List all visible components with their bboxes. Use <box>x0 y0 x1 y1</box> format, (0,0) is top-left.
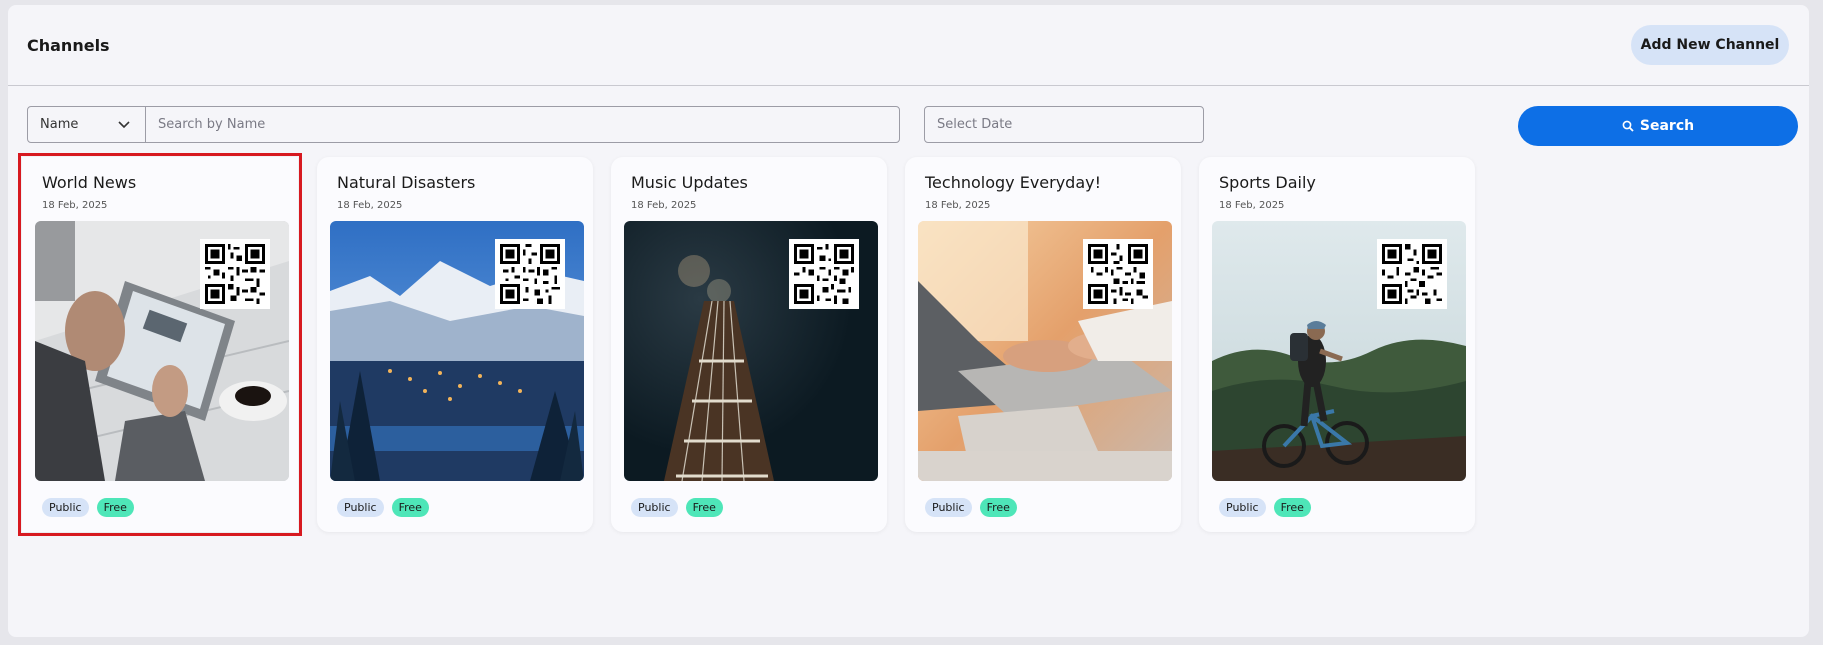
channel-card[interactable]: Sports Daily 18 Feb, 2025 Public Free <box>1199 157 1475 532</box>
channel-badges: Public Free <box>925 498 1017 517</box>
add-new-channel-button[interactable]: Add New Channel <box>1631 25 1789 65</box>
channel-title: World News <box>42 173 137 192</box>
channel-thumbnail[interactable] <box>918 221 1172 481</box>
search-input[interactable] <box>145 106 900 143</box>
visibility-badge: Public <box>42 498 89 517</box>
search-button-label: Search <box>1639 118 1695 134</box>
channel-date: 18 Feb, 2025 <box>925 200 991 211</box>
channel-title: Sports Daily <box>1219 173 1316 192</box>
channel-thumbnail[interactable] <box>35 221 289 481</box>
channel-thumbnail[interactable] <box>1212 221 1466 481</box>
page-title: Channels <box>27 36 110 55</box>
date-picker-input[interactable] <box>924 106 1204 143</box>
qr-code-icon <box>794 244 854 304</box>
channel-title: Technology Everyday! <box>925 173 1102 192</box>
channel-qr-code[interactable] <box>789 239 859 309</box>
channel-card[interactable]: Technology Everyday! 18 Feb, 2025 Public… <box>905 157 1181 532</box>
visibility-badge: Public <box>337 498 384 517</box>
channel-card[interactable]: Natural Disasters 18 Feb, 2025 Public Fr… <box>317 157 593 532</box>
channel-badges: Public Free <box>1219 498 1311 517</box>
channel-title: Music Updates <box>631 173 748 192</box>
channel-thumbnail[interactable] <box>624 221 878 481</box>
channel-thumbnail[interactable] <box>330 221 584 481</box>
channel-date: 18 Feb, 2025 <box>631 200 697 211</box>
visibility-badge: Public <box>631 498 678 517</box>
price-badge: Free <box>96 498 134 517</box>
channel-qr-code[interactable] <box>200 239 270 309</box>
qr-code-icon <box>500 244 560 304</box>
channel-badges: Public Free <box>337 498 429 517</box>
channel-title: Natural Disasters <box>337 173 476 192</box>
channel-date: 18 Feb, 2025 <box>42 200 108 211</box>
channel-date: 18 Feb, 2025 <box>337 200 403 211</box>
channel-badges: Public Free <box>631 498 723 517</box>
qr-code-icon <box>205 244 265 304</box>
channel-card[interactable]: Music Updates 18 Feb, 2025 Public Free <box>611 157 887 532</box>
visibility-badge: Public <box>1219 498 1266 517</box>
channel-qr-code[interactable] <box>1083 239 1153 309</box>
qr-code-icon <box>1088 244 1148 304</box>
price-badge: Free <box>391 498 429 517</box>
search-button[interactable]: Search <box>1518 106 1798 146</box>
search-field-select[interactable]: Name <box>27 106 146 143</box>
filter-bar: Name Search <box>27 106 1798 146</box>
page-header: Channels Add New Channel <box>8 5 1809 86</box>
channel-qr-code[interactable] <box>495 239 565 309</box>
search-icon <box>1622 120 1634 132</box>
chevron-down-icon <box>118 121 130 129</box>
channel-qr-code[interactable] <box>1377 239 1447 309</box>
price-badge: Free <box>685 498 723 517</box>
channel-card[interactable]: World News 18 Feb, 2025 Public Free <box>18 153 302 536</box>
price-badge: Free <box>979 498 1017 517</box>
price-badge: Free <box>1273 498 1311 517</box>
qr-code-icon <box>1382 244 1442 304</box>
channel-badges: Public Free <box>42 498 134 517</box>
visibility-badge: Public <box>925 498 972 517</box>
search-field-select-value: Name <box>40 117 79 132</box>
channel-date: 18 Feb, 2025 <box>1219 200 1285 211</box>
